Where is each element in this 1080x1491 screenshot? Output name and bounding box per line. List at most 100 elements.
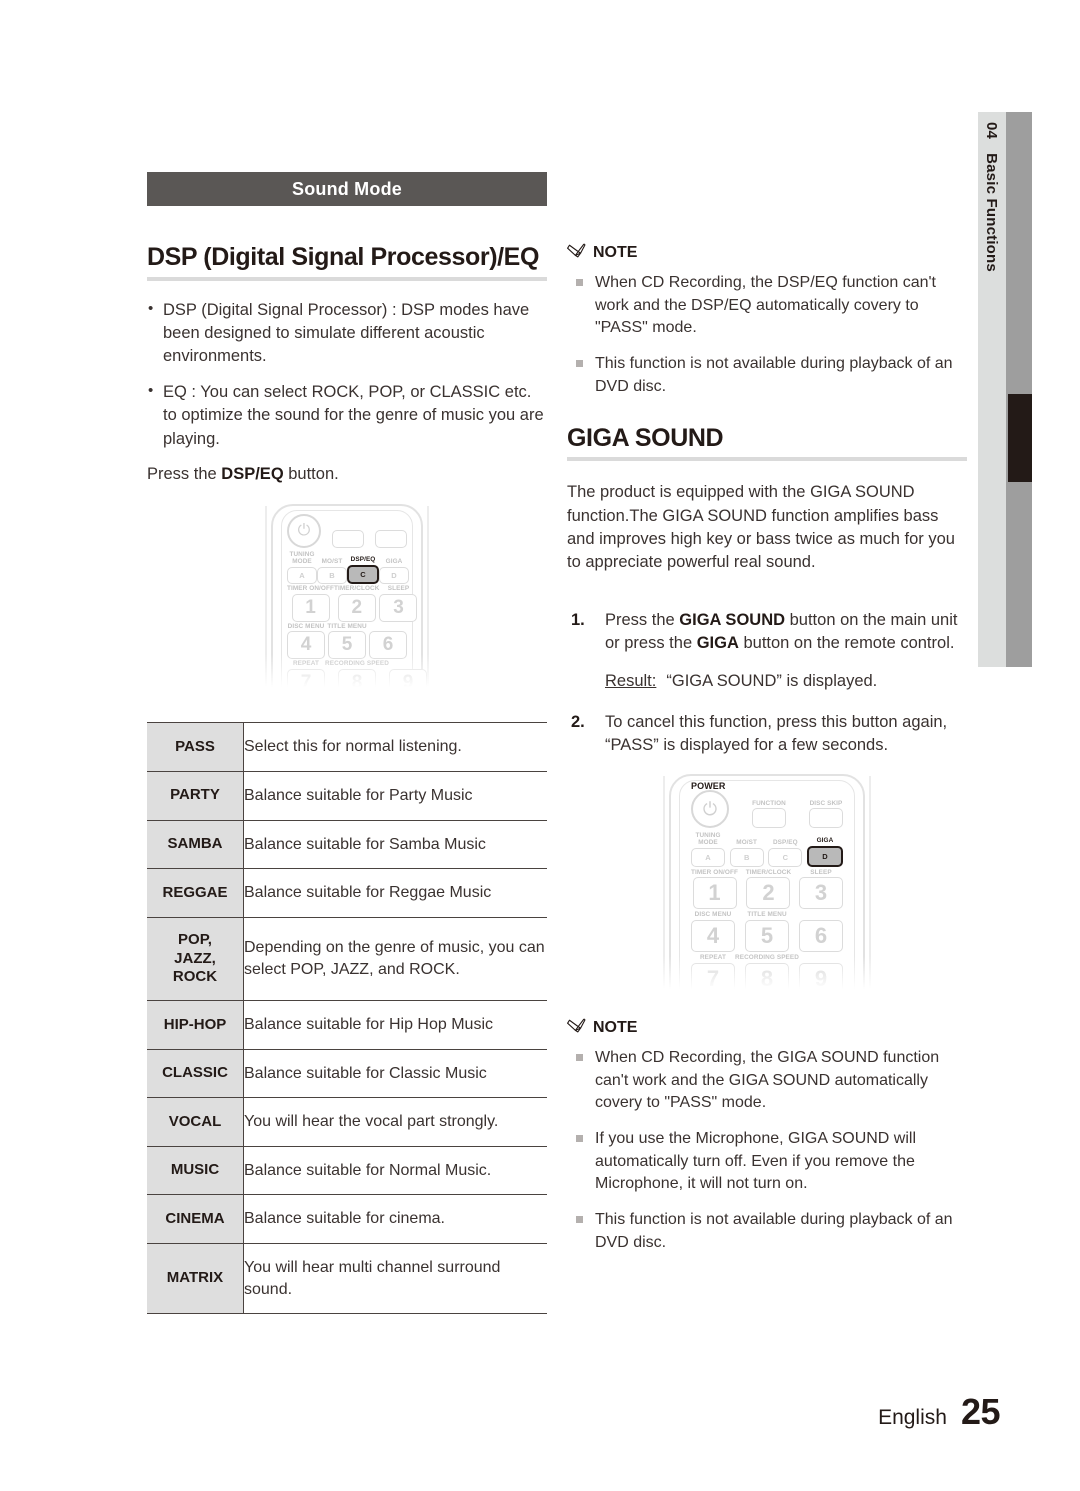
caption-timer-on-off: TIMER ON/OFF — [691, 868, 738, 876]
mode-description: Balance suitable for Party Music — [243, 771, 547, 821]
chapter-title: Basic Functions — [983, 153, 1001, 272]
mode-name: MUSIC — [147, 1145, 244, 1195]
key-d-giga-highlighted[interactable]: D — [806, 845, 843, 867]
step-text: To cancel this function, press this butt… — [605, 713, 948, 755]
note-header: NOTE — [567, 243, 967, 263]
caption-sleep: SLEEP — [810, 868, 832, 876]
giga-sound-intro: The product is equipped with the GIGA SO… — [567, 483, 955, 572]
remote-fade-overlay — [661, 955, 873, 1002]
press-instruction: Press the DSP/EQ button. — [147, 463, 547, 486]
step-text-a: Press the — [605, 610, 680, 629]
pencil-icon — [567, 243, 586, 263]
step-number: 1. — [571, 610, 585, 629]
key-5[interactable]: 5 — [745, 920, 789, 953]
note-dsp-list: When CD Recording, the DSP/EQ function c… — [567, 272, 967, 399]
key-a[interactable]: A — [691, 847, 725, 867]
caption-title-menu: TITLE MENU — [327, 622, 367, 630]
key-2[interactable]: 2 — [746, 877, 791, 910]
press-button-name: DSP/EQ — [221, 465, 284, 484]
function-key[interactable] — [752, 808, 786, 829]
table-row: CLASSIC Balance suitable for Classic Mus… — [147, 1048, 547, 1098]
mode-description: Balance suitable for Reggae Music — [243, 868, 547, 918]
remote-fade-overlay — [263, 654, 431, 701]
key-3[interactable]: 3 — [798, 877, 843, 910]
key-b[interactable]: B — [317, 566, 347, 584]
caption-timer-clock: TIMER/CLOCK — [334, 584, 380, 592]
table-row: PASS Select this for normal listening. — [147, 722, 547, 772]
disc-skip-key[interactable] — [375, 530, 407, 549]
power-icon: ⏻ — [691, 790, 729, 829]
key-4[interactable]: 4 — [691, 920, 735, 953]
mode-description: Balance suitable for Normal Music. — [243, 1145, 547, 1195]
mode-name: POP, JAZZ, ROCK — [147, 916, 244, 1001]
step-number: 2. — [571, 713, 585, 732]
footer-language: English — [878, 1406, 947, 1429]
disc-skip-key[interactable] — [809, 808, 843, 829]
table-row: HIP-HOP Balance suitable for Hip Hop Mus… — [147, 1000, 547, 1050]
key-a[interactable]: A — [287, 566, 317, 584]
mode-name: MATRIX — [147, 1243, 244, 1315]
caption-tuning-mode: TUNING MODE — [289, 552, 314, 565]
key-2[interactable]: 2 — [337, 593, 376, 622]
mode-name: CINEMA — [147, 1194, 244, 1244]
mode-name: PARTY — [147, 771, 244, 821]
mode-name: PASS — [147, 722, 244, 772]
caption-disc-menu: DISC MENU — [694, 911, 732, 919]
key-c-dsp-eq-highlighted[interactable]: C — [347, 564, 379, 584]
note-title: NOTE — [593, 244, 638, 261]
list-item: When CD Recording, the DSP/EQ function c… — [567, 272, 967, 340]
mode-description: Balance suitable for Classic Music — [243, 1048, 547, 1098]
caption-disc-skip: DISC SKIP — [809, 799, 843, 807]
sound-mode-table-body: PASS Select this for normal listening. P… — [147, 722, 547, 1315]
step-bold-giga-sound: GIGA SOUND — [679, 610, 786, 629]
caption-giga: GIGA — [385, 558, 403, 566]
page-footer: English 25 — [878, 1391, 1000, 1433]
left-column: Sound Mode DSP (Digital Signal Processor… — [147, 172, 547, 1315]
table-row: REGGAE Balance suitable for Reggae Music — [147, 868, 547, 918]
function-key[interactable] — [332, 530, 364, 549]
note-giga-block: NOTE When CD Recording, the GIGA SOUND f… — [567, 1018, 967, 1255]
power-icon: ⏻ — [287, 514, 321, 549]
caption-mode: MODE — [698, 839, 718, 847]
press-prefix: Press the — [147, 465, 222, 484]
list-item: DSP (Digital Signal Processor) : DSP mod… — [147, 297, 547, 369]
remote-dsp-illustration: ⏻ TUNING MODE A MO/ST B DSP/EQ C GIGA D … — [263, 504, 431, 701]
press-suffix: button. — [283, 465, 339, 484]
key-3[interactable]: 3 — [379, 593, 418, 622]
table-row: MATRIX You will hear multi channel surro… — [147, 1243, 547, 1315]
giga-sound-heading: GIGA SOUND — [567, 423, 724, 452]
table-row: VOCAL You will hear the vocal part stron… — [147, 1097, 547, 1147]
note-dsp-block: NOTE When CD Recording, the DSP/EQ funct… — [567, 243, 967, 399]
key-1[interactable]: 1 — [692, 877, 737, 910]
right-column: NOTE When CD Recording, the DSP/EQ funct… — [567, 243, 967, 1268]
key-c[interactable]: C — [768, 847, 803, 867]
side-bar — [1006, 112, 1032, 667]
caption-giga: GIGA — [816, 837, 834, 845]
dsp-bullet-list: DSP (Digital Signal Processor) : DSP mod… — [147, 297, 547, 452]
caption-most: MO/ST — [736, 839, 758, 847]
result-label: Result: — [605, 671, 657, 690]
key-6[interactable]: 6 — [799, 920, 843, 953]
remote-giga-illustration-wrap: POWER ⏻ FUNCTION DISC SKIP TUNING MODE A… — [567, 773, 967, 1002]
step-bold-giga: GIGA — [696, 634, 739, 653]
table-row: CINEMA Balance suitable for cinema. — [147, 1194, 547, 1244]
key-1[interactable]: 1 — [291, 593, 330, 622]
footer-page-number: 25 — [960, 1391, 1001, 1432]
key-d[interactable]: D — [379, 566, 409, 584]
key-b[interactable]: B — [729, 847, 764, 867]
section-banner: Sound Mode — [147, 172, 547, 206]
caption-tuning-mode: TUNING MODE — [695, 832, 720, 847]
caption-function: FUNCTION — [752, 799, 786, 807]
mode-name: REGGAE — [147, 868, 244, 918]
note-header: NOTE — [567, 1018, 967, 1038]
mode-description: You will hear the vocal part strongly. — [243, 1097, 547, 1147]
sound-mode-table: PASS Select this for normal listening. P… — [147, 722, 547, 1315]
step-text-c: button on the remote control. — [738, 634, 955, 653]
mode-name: VOCAL — [147, 1097, 244, 1147]
caption-mode: MODE — [292, 558, 312, 566]
table-row: POP, JAZZ, ROCK Depending on the genre o… — [147, 916, 547, 1001]
mode-name: HIP-HOP — [147, 1000, 244, 1050]
mode-description: Select this for normal listening. — [243, 722, 547, 772]
